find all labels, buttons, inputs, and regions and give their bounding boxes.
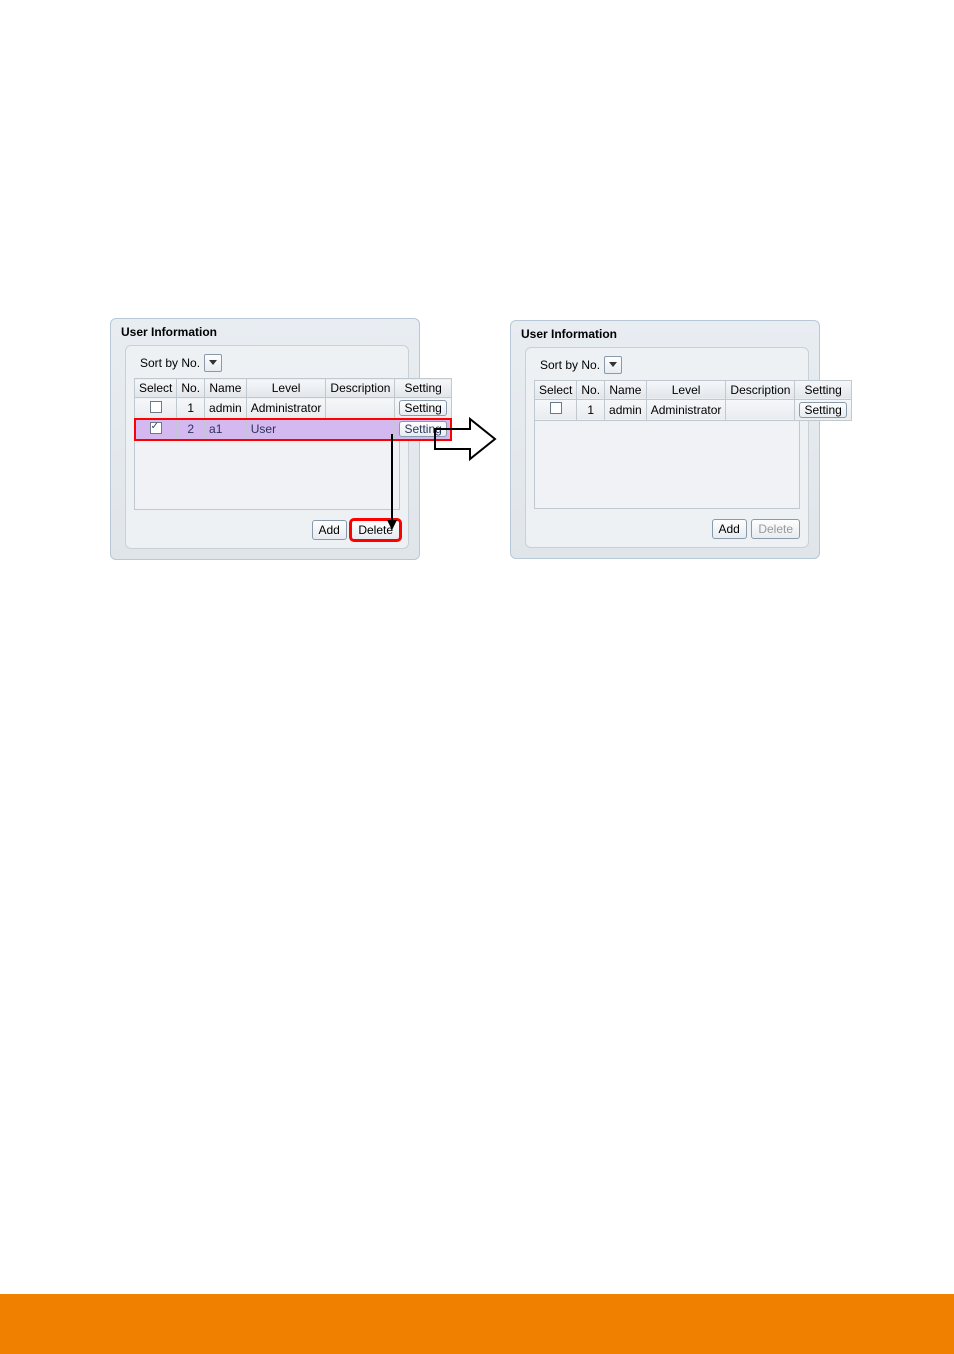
col-setting[interactable]: Setting (395, 379, 451, 398)
chevron-down-icon (209, 360, 217, 366)
user-info-panel-right: User Information Sort by No. Select No. … (510, 320, 820, 559)
cell-description (326, 419, 395, 440)
setting-button[interactable]: Setting (799, 402, 846, 418)
col-description[interactable]: Description (326, 379, 395, 398)
col-description[interactable]: Description (726, 380, 795, 399)
cell-level: Administrator (646, 399, 726, 420)
sort-row: Sort by No. (140, 354, 400, 372)
table-empty-area (534, 421, 800, 509)
button-row: Add Delete (134, 520, 400, 540)
table-row[interactable]: 1 admin Administrator Setting (535, 399, 852, 420)
panel-title: User Information (521, 327, 809, 341)
annotation-arrow (387, 432, 417, 542)
col-name[interactable]: Name (605, 380, 647, 399)
col-no[interactable]: No. (577, 380, 605, 399)
col-setting[interactable]: Setting (795, 380, 851, 399)
cell-name: a1 (205, 419, 247, 440)
row-checkbox[interactable] (150, 401, 162, 413)
cell-description (326, 398, 395, 419)
button-row: Add Delete (534, 519, 800, 539)
cell-name: admin (205, 398, 247, 419)
sort-dropdown[interactable] (604, 356, 622, 374)
col-level[interactable]: Level (246, 379, 326, 398)
sort-row: Sort by No. (540, 356, 800, 374)
cell-no: 2 (177, 419, 205, 440)
add-button[interactable]: Add (312, 520, 347, 540)
col-no[interactable]: No. (177, 379, 205, 398)
col-select[interactable]: Select (535, 380, 577, 399)
table-row[interactable]: 1 admin Administrator Setting (135, 398, 452, 419)
table-header-row: Select No. Name Level Description Settin… (535, 380, 852, 399)
user-info-panel-left: User Information Sort by No. Select No. … (110, 318, 420, 560)
chevron-down-icon (609, 362, 617, 368)
right-arrow-icon (430, 414, 500, 464)
user-table-right: Select No. Name Level Description Settin… (534, 380, 852, 421)
cell-name: admin (605, 399, 647, 420)
table-empty-area (134, 440, 400, 510)
table-header-row: Select No. Name Level Description Settin… (135, 379, 452, 398)
sort-label: Sort by No. (140, 356, 200, 370)
row-checkbox[interactable] (550, 402, 562, 414)
transition-arrow (430, 414, 500, 464)
col-name[interactable]: Name (205, 379, 247, 398)
add-button[interactable]: Add (712, 519, 747, 539)
row-checkbox[interactable] (150, 422, 162, 434)
diagram-container: User Information Sort by No. Select No. … (110, 318, 844, 560)
inner-panel-right: Sort by No. Select No. Name Level Descri… (525, 347, 809, 548)
cell-level: Administrator (246, 398, 326, 419)
sort-dropdown[interactable] (204, 354, 222, 372)
panel-title: User Information (121, 325, 409, 339)
delete-button: Delete (751, 519, 800, 539)
col-level[interactable]: Level (646, 380, 726, 399)
page-footer (0, 1294, 954, 1354)
cell-description (726, 399, 795, 420)
cell-no: 1 (177, 398, 205, 419)
user-table-left: Select No. Name Level Description Settin… (134, 378, 452, 440)
sort-label: Sort by No. (540, 358, 600, 372)
cell-level: User (246, 419, 326, 440)
col-select[interactable]: Select (135, 379, 177, 398)
inner-panel-left: Sort by No. Select No. Name Level Descri… (125, 345, 409, 549)
cell-no: 1 (577, 399, 605, 420)
